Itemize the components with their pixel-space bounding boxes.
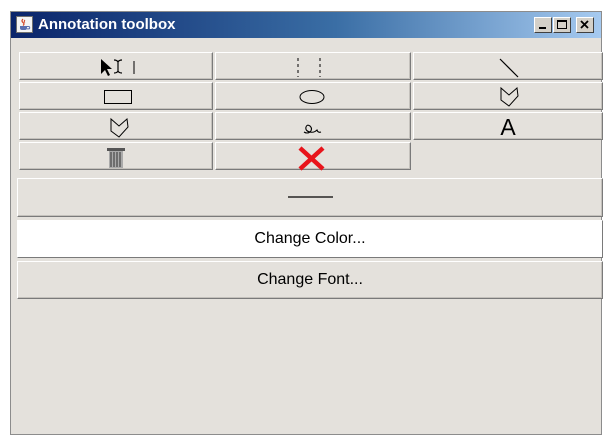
trash-can-icon — [107, 148, 125, 168]
select-arrow-text-cursor-icon — [101, 59, 135, 76]
delete-button[interactable] — [215, 142, 411, 171]
ellipse-icon — [299, 90, 325, 104]
change-color-button[interactable]: Change Color... — [17, 220, 603, 258]
delete-x-icon — [298, 146, 325, 171]
maximize-icon — [557, 20, 567, 29]
text-tool-button[interactable]: A — [413, 112, 603, 140]
line-tool-button[interactable] — [413, 52, 603, 80]
minimize-icon — [539, 27, 546, 29]
maximize-button[interactable] — [553, 17, 571, 33]
dashed-line-tool-button[interactable] — [215, 52, 411, 80]
line-width-button[interactable] — [17, 178, 603, 217]
minimize-button[interactable] — [534, 17, 552, 33]
close-icon — [580, 20, 589, 29]
change-color-label: Change Color... — [254, 230, 366, 247]
filled-polygon-tool-button[interactable] — [19, 112, 213, 140]
polygon-icon — [110, 117, 129, 138]
change-font-button[interactable]: Change Font... — [17, 261, 603, 299]
close-button[interactable] — [576, 17, 594, 33]
trash-tool-button[interactable] — [19, 142, 213, 170]
diagonal-line-icon — [499, 58, 519, 78]
select-tool-button[interactable] — [19, 52, 213, 80]
freehand-tool-button[interactable] — [215, 112, 411, 140]
rectangle-tool-button[interactable] — [19, 82, 213, 110]
freehand-loop-icon — [303, 124, 322, 134]
java-coffee-cup-icon — [16, 16, 33, 33]
annotation-toolbox-window: Annotation toolbox A Change Color... Cha… — [10, 11, 603, 435]
window-title: Annotation toolbox — [38, 16, 176, 33]
title-bar[interactable]: Annotation toolbox — [11, 12, 601, 38]
line-width-icon — [288, 196, 333, 198]
rectangle-icon — [104, 90, 132, 104]
polygon-icon — [500, 86, 519, 107]
ellipse-tool-button[interactable] — [215, 82, 411, 110]
change-font-label: Change Font... — [257, 271, 363, 288]
text-icon: A — [500, 114, 516, 140]
polygon-tool-button[interactable] — [413, 82, 603, 110]
dashed-lines-icon — [297, 58, 321, 77]
